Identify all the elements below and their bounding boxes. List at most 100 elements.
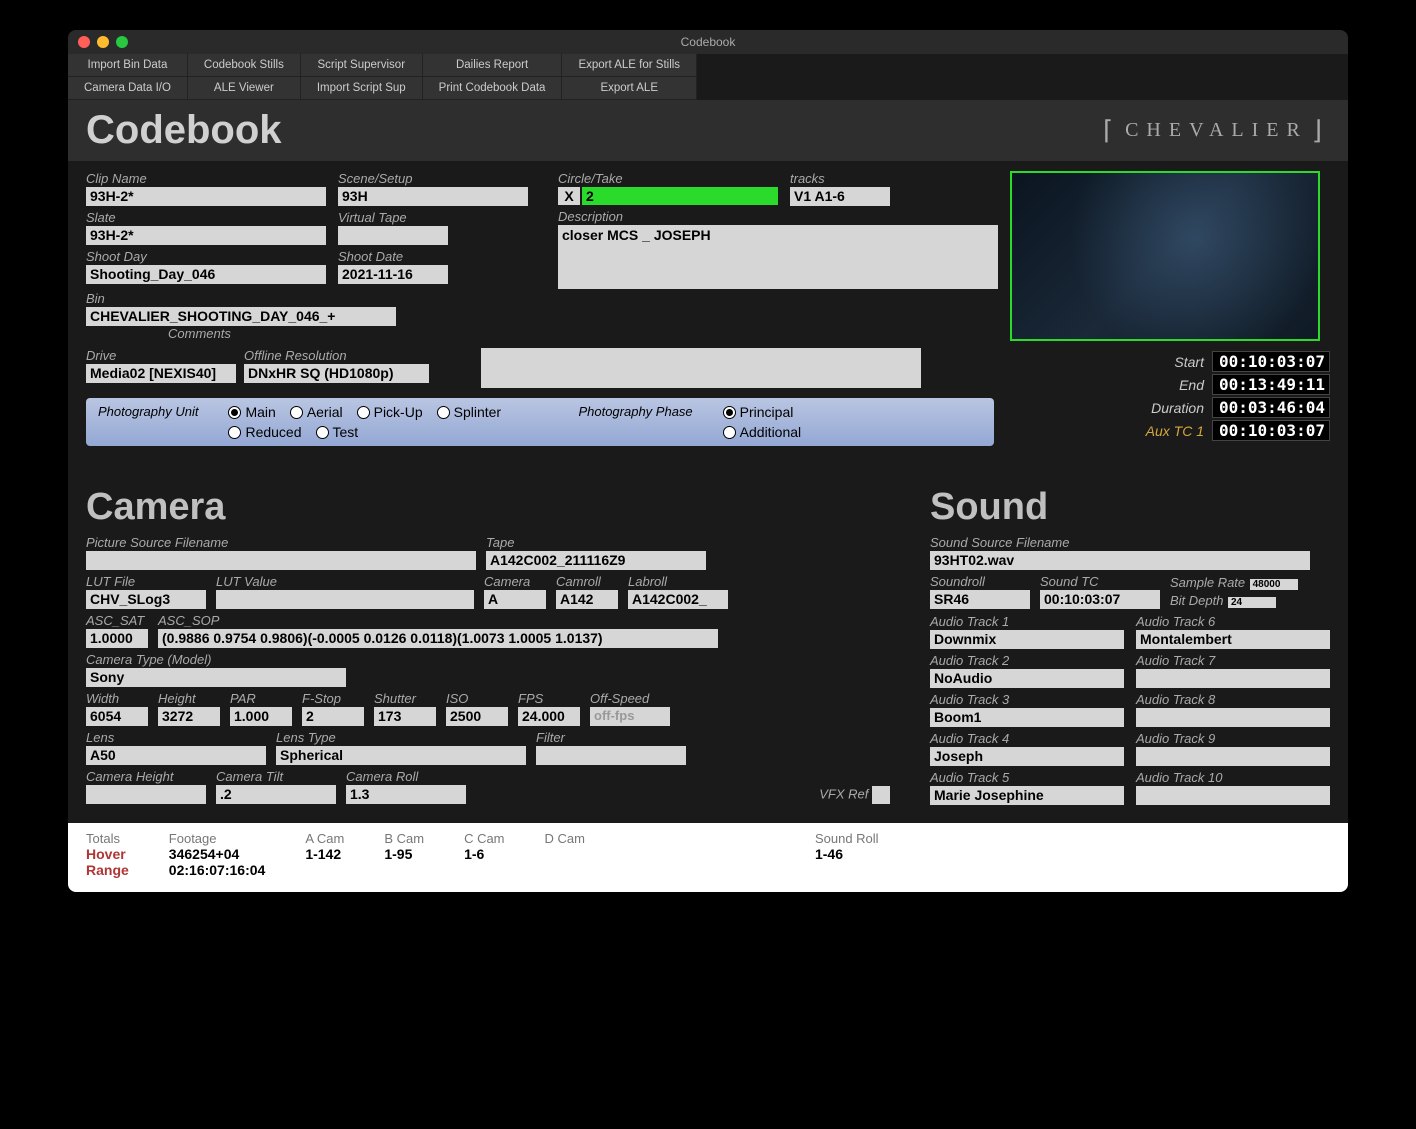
export-ale-button[interactable]: Export ALE bbox=[562, 77, 697, 100]
track3-field[interactable]: Boom1 bbox=[930, 708, 1124, 727]
track9-label: Audio Track 9 bbox=[1136, 731, 1330, 746]
soundtc-field[interactable]: 00:10:03:07 bbox=[1040, 590, 1160, 609]
radio-principal[interactable]: Principal bbox=[723, 404, 802, 420]
track5-field[interactable]: Marie Josephine bbox=[930, 786, 1124, 805]
import-script-sup-button[interactable]: Import Script Sup bbox=[301, 77, 423, 100]
track1-field[interactable]: Downmix bbox=[930, 630, 1124, 649]
circle-x-field[interactable]: X bbox=[558, 187, 580, 205]
camroll-field[interactable]: A142 bbox=[556, 590, 618, 609]
ale-viewer-button[interactable]: ALE Viewer bbox=[188, 77, 301, 100]
height-field[interactable]: 3272 bbox=[158, 707, 220, 726]
comments-field[interactable] bbox=[481, 348, 921, 388]
footage-label: Footage bbox=[169, 831, 266, 846]
fps-field[interactable]: 24.000 bbox=[518, 707, 580, 726]
cam-roll-field[interactable]: 1.3 bbox=[346, 785, 466, 804]
lutval-field[interactable] bbox=[216, 590, 474, 609]
track5-label: Audio Track 5 bbox=[930, 770, 1124, 785]
track9-field[interactable] bbox=[1136, 747, 1330, 766]
vfx-checkbox[interactable] bbox=[872, 786, 890, 804]
app-window: Codebook Import Bin Data Camera Data I/O… bbox=[68, 30, 1348, 892]
tape-field[interactable]: A142C002_211116Z9 bbox=[486, 551, 706, 570]
par-field[interactable]: 1.000 bbox=[230, 707, 292, 726]
radio-splinter[interactable]: Splinter bbox=[437, 404, 501, 420]
lens-field[interactable]: A50 bbox=[86, 746, 266, 765]
zoom-icon[interactable] bbox=[116, 36, 128, 48]
bin-field[interactable]: CHEVALIER_SHOOTING_DAY_046_+ bbox=[86, 307, 396, 326]
track7-field[interactable] bbox=[1136, 669, 1330, 688]
ssf-field[interactable]: 93HT02.wav bbox=[930, 551, 1310, 570]
track6-field[interactable]: Montalembert bbox=[1136, 630, 1330, 649]
filter-label: Filter bbox=[536, 730, 686, 745]
track7-label: Audio Track 7 bbox=[1136, 653, 1330, 668]
offline-res-label: Offline Resolution bbox=[244, 348, 429, 363]
acam-label: A Cam bbox=[305, 831, 344, 846]
shoot-date-field[interactable]: 2021-11-16 bbox=[338, 265, 448, 284]
track2-field[interactable]: NoAudio bbox=[930, 669, 1124, 688]
width-label: Width bbox=[86, 691, 148, 706]
dailies-report-button[interactable]: Dailies Report bbox=[423, 54, 563, 77]
srate-field[interactable]: 48000 bbox=[1250, 579, 1298, 590]
soundtc-label: Sound TC bbox=[1040, 574, 1160, 589]
camera-letter-field[interactable]: A bbox=[484, 590, 546, 609]
track8-field[interactable] bbox=[1136, 708, 1330, 727]
drive-field[interactable]: Media02 [NEXIS40] bbox=[86, 364, 236, 383]
asop-field[interactable]: (0.9886 0.9754 0.9806)(-0.0005 0.0126 0.… bbox=[158, 629, 718, 648]
width-field[interactable]: 6054 bbox=[86, 707, 148, 726]
offline-res-field[interactable]: DNxHR SQ (HD1080p) bbox=[244, 364, 429, 383]
radio-additional[interactable]: Additional bbox=[723, 424, 802, 440]
ccam-value: 1-6 bbox=[464, 846, 504, 862]
totals-label: Totals bbox=[86, 831, 129, 846]
print-codebook-button[interactable]: Print Codebook Data bbox=[423, 77, 563, 100]
shoot-day-field[interactable]: Shooting_Day_046 bbox=[86, 265, 326, 284]
tc-dur-value: 00:03:46:04 bbox=[1212, 397, 1330, 418]
shutter-field[interactable]: 173 bbox=[374, 707, 436, 726]
labroll-field[interactable]: A142C002_ bbox=[628, 590, 728, 609]
codebook-stills-button[interactable]: Codebook Stills bbox=[188, 54, 301, 77]
bcam-value: 1-95 bbox=[384, 846, 424, 862]
export-ale-stills-button[interactable]: Export ALE for Stills bbox=[562, 54, 697, 77]
preview-thumbnail[interactable] bbox=[1010, 171, 1320, 341]
track4-field[interactable]: Joseph bbox=[930, 747, 1124, 766]
radio-pickup[interactable]: Pick-Up bbox=[357, 404, 423, 420]
soundroll-field[interactable]: SR46 bbox=[930, 590, 1030, 609]
camera-data-io-button[interactable]: Camera Data I/O bbox=[68, 77, 188, 100]
offspeed-field[interactable]: off-fps bbox=[590, 707, 670, 726]
minimize-icon[interactable] bbox=[97, 36, 109, 48]
camera-letter-label: Camera bbox=[484, 574, 546, 589]
page-title: Codebook bbox=[86, 108, 282, 153]
asat-field[interactable]: 1.0000 bbox=[86, 629, 148, 648]
sound-title: Sound bbox=[930, 486, 1330, 529]
par-label: PAR bbox=[230, 691, 292, 706]
track10-field[interactable] bbox=[1136, 786, 1330, 805]
tracks-field[interactable]: V1 A1-6 bbox=[790, 187, 890, 206]
lenstype-field[interactable]: Spherical bbox=[276, 746, 526, 765]
description-label: Description bbox=[558, 209, 778, 224]
tc-end-value: 00:13:49:11 bbox=[1212, 374, 1330, 395]
script-supervisor-button[interactable]: Script Supervisor bbox=[301, 54, 423, 77]
clip-name-field[interactable]: 93H-2* bbox=[86, 187, 326, 206]
bdepth-field[interactable]: 24 bbox=[1228, 597, 1276, 608]
psf-field[interactable] bbox=[86, 551, 476, 570]
comments-label: Comments bbox=[168, 326, 231, 341]
fstop-field[interactable]: 2 bbox=[302, 707, 364, 726]
radio-reduced[interactable]: Reduced bbox=[228, 424, 301, 440]
radio-main[interactable]: Main bbox=[228, 404, 275, 420]
tc-start-label: Start bbox=[1174, 354, 1204, 370]
cam-height-field[interactable] bbox=[86, 785, 206, 804]
track8-label: Audio Track 8 bbox=[1136, 692, 1330, 707]
iso-field[interactable]: 2500 bbox=[446, 707, 508, 726]
footer: Totals Hover Range Footage 346254+04 02:… bbox=[68, 823, 1348, 892]
cam-tilt-field[interactable]: .2 bbox=[216, 785, 336, 804]
import-bin-button[interactable]: Import Bin Data bbox=[68, 54, 188, 77]
radio-aerial[interactable]: Aerial bbox=[290, 404, 343, 420]
close-icon[interactable] bbox=[78, 36, 90, 48]
slate-field[interactable]: 93H-2* bbox=[86, 226, 326, 245]
radio-test[interactable]: Test bbox=[316, 424, 359, 440]
track6-label: Audio Track 6 bbox=[1136, 614, 1330, 629]
ssf-label: Sound Source Filename bbox=[930, 535, 1330, 550]
lut-field[interactable]: CHV_SLog3 bbox=[86, 590, 206, 609]
virtual-tape-field[interactable] bbox=[338, 226, 448, 245]
camtype-field[interactable]: Sony bbox=[86, 668, 346, 687]
circle-take-field[interactable]: 2 bbox=[582, 187, 778, 205]
filter-field[interactable] bbox=[536, 746, 686, 765]
